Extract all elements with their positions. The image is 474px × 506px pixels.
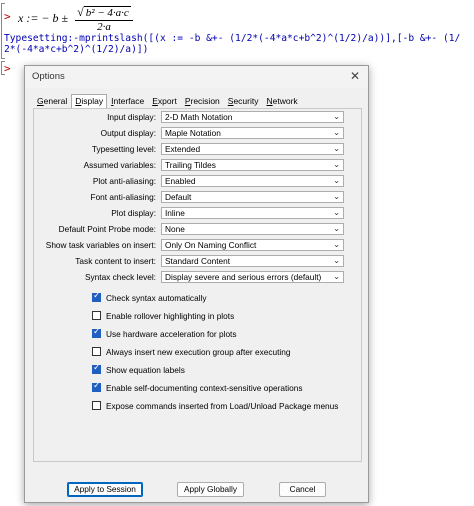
chevron-down-icon: ⌄ [333, 272, 340, 281]
dialog-titlebar[interactable]: Options ✕ [25, 66, 368, 88]
checkbox-checked[interactable] [92, 327, 101, 338]
output-line-2: 2*(-4*a*c+b^2)^(1/2)/a)]) [4, 44, 149, 55]
tab-precision[interactable]: Precision [181, 94, 224, 109]
setting-input-display: Input display: 2-D Math Notation ⌄ [34, 111, 361, 123]
checkbox-checked[interactable] [92, 381, 101, 392]
tab-general[interactable]: General [33, 94, 71, 109]
math-input[interactable]: x := − b ± √ b² − 4·a·c 2·a [18, 5, 133, 33]
plot-anti-aliasing-select[interactable]: Enabled ⌄ [161, 175, 344, 187]
checkbox-label: Show equation labels [106, 365, 185, 375]
checkbox-label: Check syntax automatically [106, 293, 207, 303]
checkbox-label: Enable rollover highlighting in plots [106, 311, 235, 321]
chevron-down-icon: ⌄ [333, 192, 340, 201]
math-sqrt: b² − 4·a·c [83, 6, 131, 19]
checkbox-hardware-acceleration[interactable]: Use hardware acceleration for plots [92, 327, 352, 340]
output-line-1: Typesetting:-mprintslash([(x := -b &+- (… [4, 33, 461, 44]
options-dialog: Options ✕ General Display Interface Expo… [24, 65, 369, 503]
setting-task-content: Task content to insert: Standard Content… [34, 255, 361, 267]
setting-typesetting-level: Typesetting level: Extended ⌄ [34, 143, 361, 155]
setting-plot-display: Plot display: Inline ⌄ [34, 207, 361, 219]
tab-security[interactable]: Security [224, 94, 263, 109]
chevron-down-icon: ⌄ [333, 176, 340, 185]
setting-syntax-check-level: Syntax check level: Display severe and s… [34, 271, 361, 283]
checkbox-unchecked[interactable] [92, 401, 101, 410]
apply-to-session-button[interactable]: Apply to Session [67, 482, 143, 497]
show-task-variables-select[interactable]: Only On Naming Conflict ⌄ [161, 239, 344, 251]
display-panel: Input display: 2-D Math Notation ⌄ Output… [33, 108, 362, 462]
apply-globally-button[interactable]: Apply Globally [177, 482, 244, 497]
checkbox-unchecked[interactable] [92, 347, 101, 356]
math-fraction: √ b² − 4·a·c 2·a [75, 5, 133, 33]
setting-label: Syntax check level: [84, 272, 156, 282]
checkbox-label: Use hardware acceleration for plots [106, 329, 237, 339]
setting-label: Plot display: [111, 208, 156, 218]
plot-display-select[interactable]: Inline ⌄ [161, 207, 344, 219]
chevron-down-icon: ⌄ [333, 144, 340, 153]
setting-show-task-variables: Show task variables on insert: Only On N… [34, 239, 361, 251]
checkbox-label: Expose commands inserted from Load/Unloa… [106, 401, 339, 411]
chevron-down-icon: ⌄ [333, 160, 340, 169]
tab-interface[interactable]: Interface [107, 94, 148, 109]
setting-label: Plot anti-aliasing: [92, 176, 156, 186]
setting-output-display: Output display: Maple Notation ⌄ [34, 127, 361, 139]
input-prompt: > [4, 10, 11, 23]
checkbox-label: Enable self-documenting context-sensitiv… [106, 383, 303, 393]
input-display-select[interactable]: 2-D Math Notation ⌄ [161, 111, 344, 123]
tab-bar: General Display Interface Export Precisi… [33, 94, 302, 109]
cancel-button[interactable]: Cancel [279, 482, 326, 497]
chevron-down-icon: ⌄ [333, 224, 340, 233]
typesetting-level-select[interactable]: Extended ⌄ [161, 143, 344, 155]
setting-label: Default Point Probe mode: [58, 224, 156, 234]
checkbox-label: Always insert new execution group after … [106, 347, 291, 357]
setting-assumed-variables: Assumed variables: Trailing Tildes ⌄ [34, 159, 361, 171]
checkbox-self-documenting[interactable]: Enable self-documenting context-sensitiv… [92, 381, 352, 394]
tab-network[interactable]: Network [263, 94, 302, 109]
chevron-down-icon: ⌄ [333, 208, 340, 217]
checkbox-checked[interactable] [92, 363, 101, 374]
syntax-check-level-select[interactable]: Display severe and serious errors (defau… [161, 271, 344, 283]
chevron-down-icon: ⌄ [333, 112, 340, 121]
setting-font-anti-aliasing: Font anti-aliasing: Default ⌄ [34, 191, 361, 203]
chevron-down-icon: ⌄ [333, 256, 340, 265]
close-icon[interactable]: ✕ [350, 69, 360, 83]
setting-label: Assumed variables: [83, 160, 156, 170]
chevron-down-icon: ⌄ [333, 128, 340, 137]
setting-plot-anti-aliasing: Plot anti-aliasing: Enabled ⌄ [34, 175, 361, 187]
output-display-select[interactable]: Maple Notation ⌄ [161, 127, 344, 139]
chevron-down-icon: ⌄ [333, 240, 340, 249]
checkbox-unchecked[interactable] [92, 311, 101, 320]
setting-label: Task content to insert: [75, 256, 156, 266]
setting-point-probe-mode: Default Point Probe mode: None ⌄ [34, 223, 361, 235]
checkbox-checked[interactable] [92, 291, 101, 302]
setting-label: Font anti-aliasing: [90, 192, 157, 202]
tab-export[interactable]: Export [148, 94, 181, 109]
math-lhs: x := − b ± [18, 10, 69, 25]
assumed-variables-select[interactable]: Trailing Tildes ⌄ [161, 159, 344, 171]
checkbox-rollover-highlighting[interactable]: Enable rollover highlighting in plots [92, 310, 352, 322]
tab-display[interactable]: Display [71, 94, 108, 109]
font-anti-aliasing-select[interactable]: Default ⌄ [161, 191, 344, 203]
task-content-select[interactable]: Standard Content ⌄ [161, 255, 344, 267]
input-prompt-2: > [4, 62, 11, 75]
checkbox-equation-labels[interactable]: Show equation labels [92, 363, 352, 376]
setting-label: Show task variables on insert: [45, 240, 156, 250]
setting-label: Output display: [100, 128, 156, 138]
checkbox-insert-execution-group[interactable]: Always insert new execution group after … [92, 346, 352, 358]
checkbox-check-syntax[interactable]: Check syntax automatically [92, 291, 352, 304]
setting-label: Input display: [107, 112, 156, 122]
setting-label: Typesetting level: [91, 144, 156, 154]
math-denominator: 2·a [97, 21, 111, 33]
checkbox-expose-commands[interactable]: Expose commands inserted from Load/Unloa… [92, 400, 352, 412]
dialog-title: Options [32, 71, 65, 82]
point-probe-mode-select[interactable]: None ⌄ [161, 223, 344, 235]
